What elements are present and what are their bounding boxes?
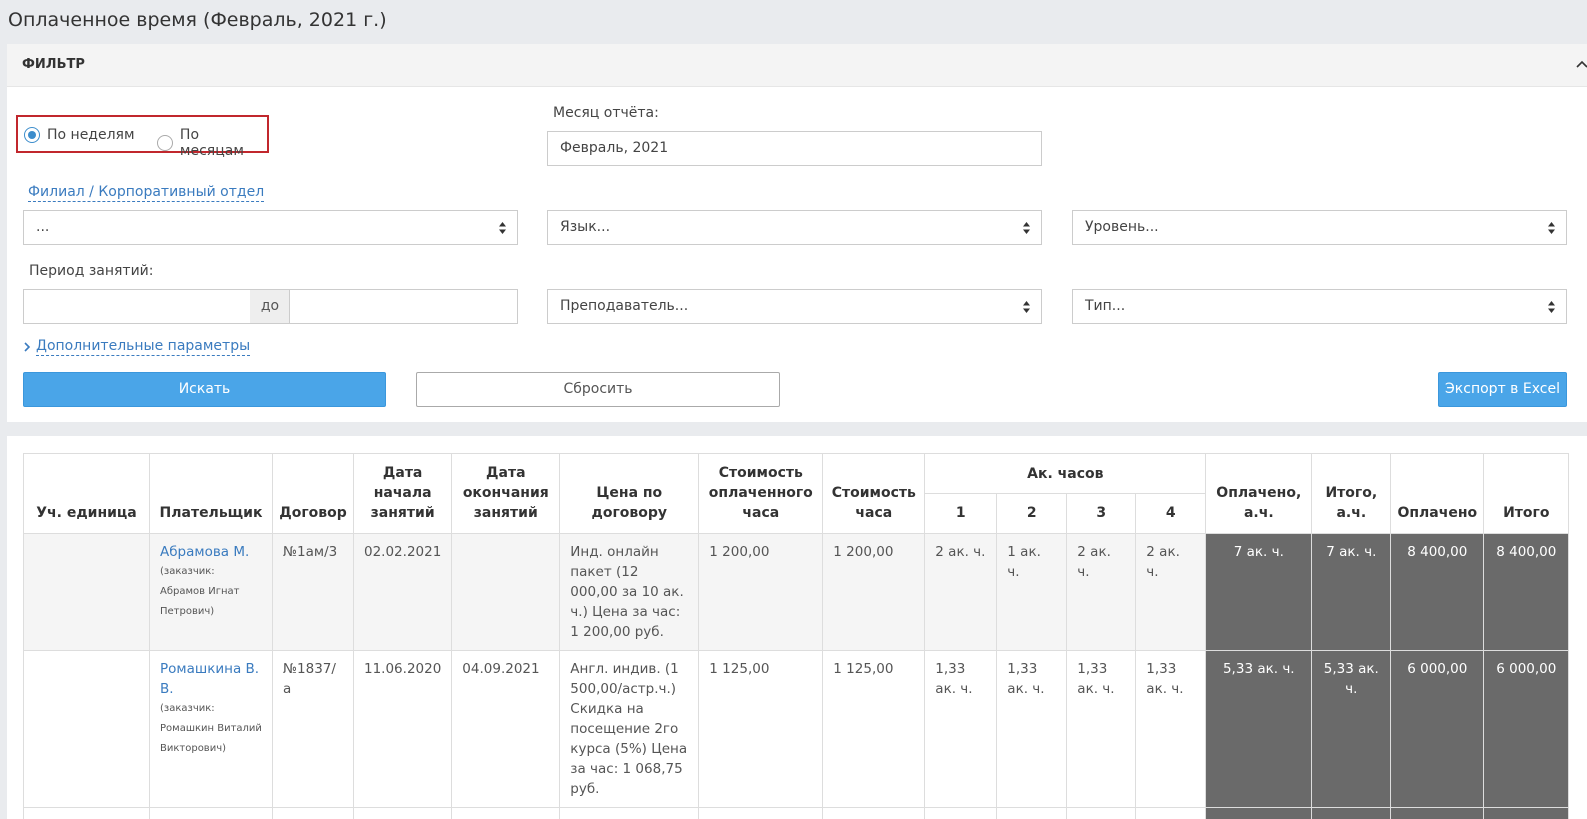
search-button[interactable]: Искать (23, 372, 386, 407)
branch-select[interactable]: ... (23, 210, 518, 245)
type-select-value: Тип... (1085, 298, 1126, 314)
table-panel: Уч. единица Плательщик Договор Дата нача… (7, 436, 1587, 819)
header-paid-ah: Оплачено, а.ч. (1205, 453, 1313, 534)
radio-by-weeks[interactable]: По неделям (24, 127, 135, 143)
header-price: Цена по договору (559, 453, 700, 534)
cell-paid-ah: 7 ак. ч. (1205, 533, 1313, 651)
level-select[interactable]: Уровень... (1072, 210, 1567, 245)
report-month-label: Месяц отчёта: (553, 105, 659, 121)
report-month-input[interactable]: Февраль, 2021 (547, 131, 1042, 166)
cell-start-date: 11.06.2020 (352, 650, 453, 808)
header-hour-cost: Стоимость часа (822, 453, 926, 534)
header-paid: Оплачено (1390, 453, 1485, 534)
header-week-2: 2 (996, 493, 1068, 534)
radio-by-months-indicator[interactable] (157, 135, 173, 151)
header-week-3: 3 (1066, 493, 1137, 534)
header-unit: Уч. единица (23, 453, 150, 534)
teacher-select[interactable]: Преподаватель... (547, 289, 1042, 324)
cell-hour-cost: 1 125,00 (822, 650, 926, 808)
cell-price: Англ. индив. (1 500,00/астр.ч.) Скидка н… (559, 650, 700, 808)
cell-end-date (451, 533, 561, 651)
grouping-radio-group: По неделям По месяцам (16, 115, 269, 159)
cell-week-3: 2 ак. ч. (1066, 533, 1137, 651)
payer-note: (заказчик: Ромашкин Виталий Викторович) (160, 703, 262, 754)
more-params-link[interactable]: Дополнительные параметры (36, 338, 251, 356)
table-row: Ромашкина В. В. (заказчик: Ромашкин Вита… (23, 650, 1570, 808)
radio-by-weeks-indicator[interactable] (24, 127, 40, 143)
table-row (23, 807, 1570, 819)
cell-total: 8 400,00 (1483, 533, 1570, 651)
cell-payer: Абрамова М. (заказчик: Абрамов Игнат Пет… (149, 533, 273, 651)
period-to-input[interactable] (289, 289, 518, 324)
paid-time-table: Уч. единица Плательщик Договор Дата нача… (23, 453, 1570, 819)
cell-price: Инд. онлайн пакет (12 000,00 за 10 ак. ч… (559, 533, 700, 651)
cell-week-3: 1,33 ак. ч. (1066, 650, 1137, 808)
header-total-ah: Итого, а.ч. (1311, 453, 1392, 534)
cell-paid-ah: 5,33 ак. ч. (1205, 650, 1313, 808)
cell-week-2: 1 ак. ч. (996, 533, 1068, 651)
language-select[interactable]: Язык... (547, 210, 1042, 245)
table-row: Абрамова М. (заказчик: Абрамов Игнат Пет… (23, 533, 1570, 651)
select-arrows-icon (1023, 301, 1030, 313)
cell-contract: №1ам/3 (272, 533, 354, 651)
period-to-addon: до (250, 289, 290, 324)
header-paid-hour-cost: Стоимость оплаченного часа (698, 453, 824, 534)
select-arrows-icon (1548, 301, 1555, 313)
cell-total-ah: 7 ак. ч. (1311, 533, 1392, 651)
header-total: Итого (1483, 453, 1570, 534)
branch-link[interactable]: Филиал / Корпоративный отдел (28, 184, 265, 202)
teacher-select-value: Преподаватель... (560, 298, 689, 314)
header-week-4: 4 (1135, 493, 1207, 534)
header-week-1: 1 (924, 493, 998, 534)
filter-header[interactable]: ФИЛЬТР (7, 44, 1587, 87)
radio-by-months-label: По месяцам (179, 127, 244, 159)
select-arrows-icon (1023, 222, 1030, 234)
branch-select-value: ... (36, 219, 50, 235)
cell-payer: Ромашкина В. В. (заказчик: Ромашкин Вита… (149, 650, 273, 808)
radio-by-weeks-label: По неделям (47, 127, 135, 143)
language-select-value: Язык... (560, 219, 611, 235)
reset-button[interactable]: Сбросить (416, 372, 780, 407)
select-arrows-icon (1548, 222, 1555, 234)
header-payer: Плательщик (149, 453, 273, 534)
header-end-date: Дата окончания занятий (451, 453, 561, 534)
filter-title: ФИЛЬТР (22, 57, 85, 72)
cell-unit (23, 533, 150, 651)
radio-by-months[interactable]: По месяцам (157, 127, 267, 159)
cell-total: 6 000,00 (1483, 650, 1570, 808)
cell-unit (23, 650, 150, 808)
export-excel-button[interactable]: Экспорт в Excel (1438, 372, 1567, 407)
cell-paid: 8 400,00 (1390, 533, 1485, 651)
filter-panel: ФИЛЬТР По неделям По месяцам Месяц отчёт… (7, 44, 1587, 422)
cell-hour-cost: 1 200,00 (822, 533, 926, 651)
header-start-date: Дата начала занятий (352, 453, 453, 534)
cell-paid-hour-cost: 1 125,00 (698, 650, 824, 808)
cell-week-2: 1,33 ак. ч. (996, 650, 1068, 808)
cell-week-1: 1,33 ак. ч. (924, 650, 998, 808)
payer-link[interactable]: Абрамова М. (160, 542, 262, 562)
page-title: Оплаченное время (Февраль, 2021 г.) (8, 9, 387, 31)
cell-week-4: 1,33 ак. ч. (1135, 650, 1207, 808)
period-from-input[interactable] (23, 289, 251, 324)
cell-start-date: 02.02.2021 (352, 533, 453, 651)
chevron-right-icon[interactable] (23, 342, 31, 352)
payer-note: (заказчик: Абрамов Игнат Петрович) (160, 566, 240, 617)
type-select[interactable]: Тип... (1072, 289, 1567, 324)
cell-total-ah: 5,33 ак. ч. (1311, 650, 1392, 808)
cell-paid-hour-cost: 1 200,00 (698, 533, 824, 651)
period-label: Период занятий: (29, 263, 154, 279)
cell-end-date: 04.09.2021 (451, 650, 561, 808)
cell-contract: №1837/а (272, 650, 354, 808)
header-ac-hours: Ак. часов (924, 453, 1207, 494)
cell-week-4: 2 ак. ч. (1135, 533, 1207, 651)
select-arrows-icon (499, 222, 506, 234)
level-select-value: Уровень... (1085, 219, 1159, 235)
chevron-up-icon[interactable] (1575, 57, 1587, 71)
cell-week-1: 2 ак. ч. (924, 533, 998, 651)
header-contract: Договор (272, 453, 354, 534)
cell-paid: 6 000,00 (1390, 650, 1485, 808)
payer-link[interactable]: Ромашкина В. В. (160, 659, 262, 699)
